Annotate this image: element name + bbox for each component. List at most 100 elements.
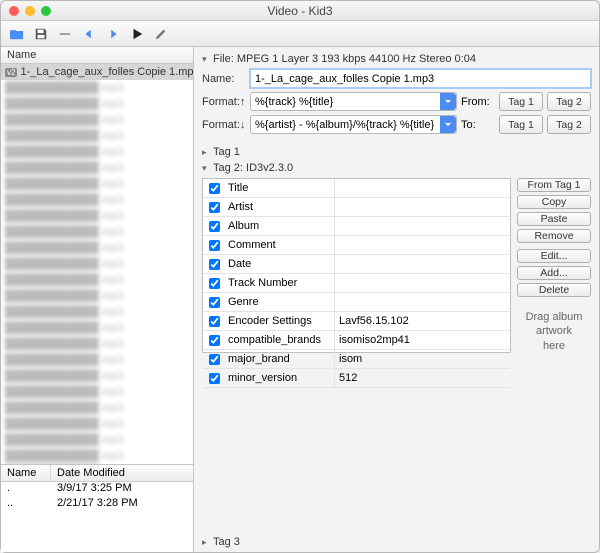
list-item[interactable]: ████████████.mp3 (1, 448, 193, 464)
field-name: compatible_brands (225, 331, 335, 349)
field-name: Album (225, 217, 335, 235)
prev-button[interactable] (79, 25, 99, 43)
file-info-text: MPEG 1 Layer 3 193 kbps 44100 Hz Stereo … (237, 53, 476, 65)
field-checkbox[interactable] (209, 278, 220, 289)
edit-button[interactable]: Edit... (517, 249, 591, 263)
delete-button[interactable]: Delete (517, 283, 591, 297)
table-row[interactable]: Date (203, 255, 510, 274)
field-name: Comment (225, 236, 335, 254)
col-name[interactable]: Name (1, 465, 51, 481)
table-row[interactable]: Encoder SettingsLavf56.15.102 (203, 312, 510, 331)
from-tag1-button[interactable]: From Tag 1 (517, 178, 591, 192)
zoom-icon[interactable] (41, 6, 51, 16)
next-button[interactable] (103, 25, 123, 43)
tag3-section[interactable]: Tag 3 (213, 536, 240, 548)
tag2-section[interactable]: Tag 2: ID3v2.3.0 (213, 162, 293, 174)
paste-button[interactable]: Paste (517, 212, 591, 226)
list-item[interactable]: ████████████.mp3 (1, 192, 193, 208)
list-item[interactable]: ████████████.mp3 (1, 208, 193, 224)
list-item[interactable]: ████████████.mp3 (1, 416, 193, 432)
list-item[interactable]: ████████████.mp3 (1, 240, 193, 256)
disclosure-icon[interactable]: ▸ (202, 537, 210, 548)
tag-badge: v2 (5, 68, 17, 77)
open-button[interactable] (7, 25, 27, 43)
add-button[interactable]: Add... (517, 266, 591, 280)
copy-button[interactable]: Copy (517, 195, 591, 209)
format-up-label: Format:↑ (202, 96, 246, 108)
table-row[interactable]: compatible_brandsisomiso2mp41 (203, 331, 510, 350)
list-item[interactable]: ████████████.mp3 (1, 224, 193, 240)
field-value[interactable]: isomiso2mp41 (335, 334, 510, 346)
field-checkbox[interactable] (209, 221, 220, 232)
list-item[interactable]: ████████████.mp3 (1, 368, 193, 384)
list-item[interactable]: ████████████.mp3 (1, 288, 193, 304)
table-row[interactable]: ..2/21/17 3:28 PM (1, 497, 193, 512)
table-row[interactable]: Track Number (203, 274, 510, 293)
list-item[interactable]: ████████████.mp3 (1, 256, 193, 272)
table-row[interactable]: Genre (203, 293, 510, 312)
table-row[interactable]: Title (203, 179, 510, 198)
field-name: Date (225, 255, 335, 273)
to-tag1-button[interactable]: Tag 1 (499, 115, 543, 134)
from-label: From: (461, 96, 495, 108)
field-checkbox[interactable] (209, 259, 220, 270)
table-row[interactable]: Comment (203, 236, 510, 255)
tag-field-table[interactable]: TitleArtistAlbumCommentDateTrack NumberG… (202, 178, 511, 353)
list-item[interactable]: ████████████.mp3 (1, 128, 193, 144)
list-item[interactable]: ████████████.mp3 (1, 320, 193, 336)
field-checkbox[interactable] (209, 297, 220, 308)
list-item[interactable]: ████████████.mp3 (1, 384, 193, 400)
detail-panel: ▾ File: MPEG 1 Layer 3 193 kbps 44100 Hz… (194, 47, 599, 552)
field-checkbox[interactable] (209, 316, 220, 327)
minimize-icon[interactable] (25, 6, 35, 16)
list-item[interactable]: ████████████.mp3 (1, 432, 193, 448)
list-item[interactable]: ████████████.mp3 (1, 272, 193, 288)
remove-button[interactable]: Remove (517, 229, 591, 243)
tag1-section[interactable]: Tag 1 (213, 146, 240, 158)
list-item[interactable]: ████████████.mp3 (1, 96, 193, 112)
field-name: Title (225, 179, 335, 197)
list-item[interactable]: ████████████.mp3 (1, 112, 193, 128)
from-tag2-button[interactable]: Tag 2 (547, 92, 591, 111)
file-list-header[interactable]: Name (1, 47, 193, 64)
file-list[interactable]: v21-_La_cage_aux_folles Copie 1.mp3█████… (1, 64, 193, 464)
field-value[interactable]: Lavf56.15.102 (335, 315, 510, 327)
to-tag2-button[interactable]: Tag 2 (547, 115, 591, 134)
app-window: Video - Kid3 Name v21-_La_cage_aux_folle… (0, 0, 600, 553)
field-checkbox[interactable] (209, 240, 220, 251)
table-row[interactable]: .3/9/17 3:25 PM (1, 482, 193, 497)
artwork-drop-zone[interactable]: Drag albumartworkhere (517, 310, 591, 353)
field-checkbox[interactable] (209, 335, 220, 346)
list-item[interactable]: ████████████.mp3 (1, 400, 193, 416)
chevron-down-icon[interactable] (440, 116, 456, 133)
list-item[interactable]: ████████████.mp3 (1, 80, 193, 96)
disclosure-icon[interactable]: ▸ (202, 147, 210, 158)
table-row[interactable]: Album (203, 217, 510, 236)
list-item[interactable]: ████████████.mp3 (1, 304, 193, 320)
titlebar: Video - Kid3 (1, 1, 599, 21)
from-tag1-button[interactable]: Tag 1 (499, 92, 543, 111)
close-icon[interactable] (9, 6, 19, 16)
format-up-combo[interactable]: %{track} %{title} (250, 92, 457, 111)
file-label: File: (213, 53, 234, 65)
field-name: Track Number (225, 274, 335, 292)
disclosure-icon[interactable]: ▾ (202, 163, 210, 174)
field-checkbox[interactable] (209, 183, 220, 194)
col-date[interactable]: Date Modified (51, 465, 193, 481)
settings-icon[interactable] (151, 25, 171, 43)
list-item[interactable]: ████████████.mp3 (1, 144, 193, 160)
format-down-combo[interactable]: %{artist} - %{album}/%{track} %{title} (250, 115, 457, 134)
save-button[interactable] (31, 25, 51, 43)
name-input[interactable] (250, 69, 591, 88)
field-checkbox[interactable] (209, 202, 220, 213)
list-item[interactable]: ████████████.mp3 (1, 336, 193, 352)
table-row[interactable]: Artist (203, 198, 510, 217)
list-item[interactable]: ████████████.mp3 (1, 176, 193, 192)
list-item[interactable]: v21-_La_cage_aux_folles Copie 1.mp3 (1, 64, 193, 80)
list-item[interactable]: ████████████.mp3 (1, 352, 193, 368)
play-button[interactable] (127, 25, 147, 43)
list-item[interactable]: ████████████.mp3 (1, 160, 193, 176)
chevron-down-icon[interactable] (440, 93, 456, 110)
field-name: Genre (225, 293, 335, 311)
disclosure-icon[interactable]: ▾ (202, 54, 210, 65)
